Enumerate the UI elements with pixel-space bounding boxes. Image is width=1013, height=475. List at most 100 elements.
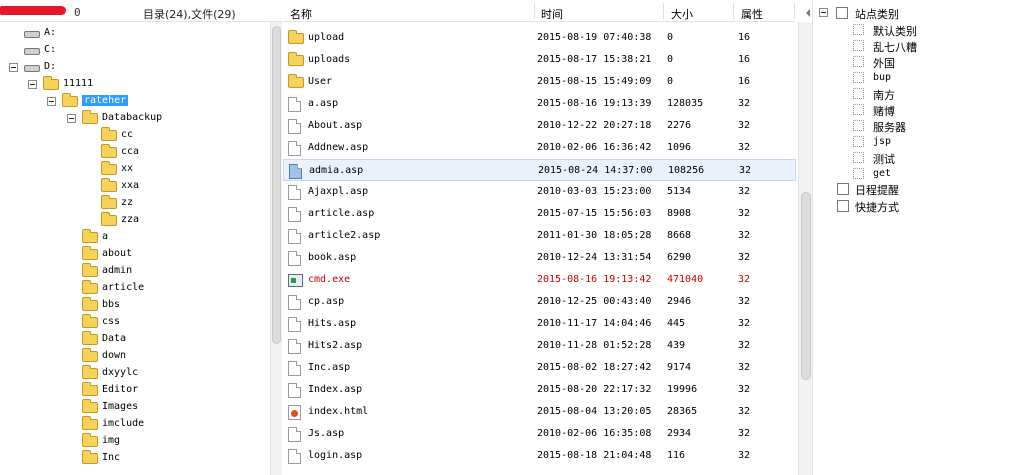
tree-folder[interactable]: Data	[0, 331, 270, 348]
file-row[interactable]: Addnew.asp 2010-02-06 16:36:42 1096 32	[283, 137, 796, 159]
column-attr[interactable]: 属性	[741, 6, 763, 22]
tree-folder[interactable]: bbs	[0, 297, 270, 314]
file-row[interactable]: cp.asp 2010-12-25 00:43:40 2946 32	[283, 291, 796, 313]
tree-drive[interactable]: A:	[0, 25, 270, 42]
file-row[interactable]: a.asp 2015-08-16 19:13:39 128035 32	[283, 93, 796, 115]
file-size: 128035	[667, 98, 704, 109]
folder-icon	[82, 110, 98, 124]
tree-folder[interactable]: img	[0, 433, 270, 450]
file-row[interactable]: cmd.exe 2015-08-16 19:13:42 471040 32	[283, 269, 796, 291]
file-row[interactable]: Hits.asp 2010-11-17 14:04:46 445 32	[283, 313, 796, 335]
file-attr: 16	[738, 54, 751, 65]
tree-drive[interactable]: D:	[0, 59, 270, 76]
tree-scrollbar-thumb[interactable]	[272, 26, 281, 344]
tree-folder[interactable]: cc	[0, 127, 270, 144]
tree-folder[interactable]: cca	[0, 144, 270, 161]
file-time: 2015-08-20 22:17:32	[537, 384, 652, 395]
tree-scrollbar[interactable]	[270, 22, 282, 475]
tree-folder[interactable]: Editor	[0, 382, 270, 399]
expand-toggle-icon[interactable]	[9, 63, 18, 72]
folder-tree[interactable]: A: C: D: 11111 rateher Databackup cc cca xx xxa zz…	[0, 22, 270, 475]
column-divider[interactable]	[663, 3, 664, 19]
header-scroll-left-icon[interactable]	[800, 0, 812, 22]
column-name[interactable]: 名称	[290, 6, 312, 22]
file-attr: 32	[738, 406, 751, 417]
folder-icon	[82, 280, 98, 294]
file-row[interactable]: Js.asp 2010-02-06 16:35:08 2934 32	[283, 423, 796, 445]
collapse-toggle-icon[interactable]	[819, 8, 828, 17]
file-row[interactable]: Hits2.asp 2010-11-28 01:52:28 439 32	[283, 335, 796, 357]
file-name: Index.asp	[308, 384, 363, 395]
folder-icon	[82, 297, 98, 311]
expand-toggle-icon[interactable]	[47, 97, 56, 106]
column-divider[interactable]	[534, 3, 535, 19]
tree-folder[interactable]: about	[0, 246, 270, 263]
file-size: 2946	[667, 296, 692, 307]
category-item-label: 测试	[873, 153, 895, 166]
tree-folder[interactable]: a	[0, 229, 270, 246]
tree-folder[interactable]: Images	[0, 399, 270, 416]
folder-icon	[82, 314, 98, 328]
file-row[interactable]: upload 2015-08-19 07:40:38 0 16	[283, 27, 796, 49]
file-row[interactable]: book.asp 2010-12-24 13:31:54 6290 32	[283, 247, 796, 269]
file-row[interactable]: Index.asp 2015-08-20 22:17:32 19996 32	[283, 379, 796, 401]
file-size: 19996	[667, 384, 698, 395]
tree-folder[interactable]: css	[0, 314, 270, 331]
file-size: 2934	[667, 428, 692, 439]
column-size[interactable]: 大小	[671, 6, 693, 22]
tree-folder[interactable]: xx	[0, 161, 270, 178]
expand-toggle-icon[interactable]	[28, 80, 37, 89]
tree-folder[interactable]: admin	[0, 263, 270, 280]
file-icon	[288, 119, 301, 134]
file-row[interactable]: uploads 2015-08-17 15:38:21 0 16	[283, 49, 796, 71]
folder-icon	[82, 433, 98, 447]
file-name: Ajaxpl.asp	[308, 186, 369, 197]
tree-drive[interactable]: C:	[0, 42, 270, 59]
tree-folder[interactable]: rateher	[0, 93, 270, 110]
file-list[interactable]: upload 2015-08-19 07:40:38 0 16 uploads 2015-…	[283, 22, 798, 475]
folder-label: Images	[102, 401, 139, 412]
file-time: 2015-08-02 18:27:42	[537, 362, 652, 373]
folder-label: Inc	[102, 452, 121, 463]
tree-folder[interactable]: article	[0, 280, 270, 297]
tree-folder[interactable]: 11111	[0, 76, 270, 93]
file-list-scrollbar[interactable]	[798, 22, 812, 475]
file-row[interactable]: admia.asp 2015-08-24 14:37:00 108256 32	[283, 159, 796, 181]
category-item-icon	[853, 72, 864, 83]
expand-toggle-icon[interactable]	[67, 114, 76, 123]
folder-label: css	[102, 316, 121, 327]
file-name: book.asp	[308, 252, 357, 263]
tree-folder[interactable]: Inc	[0, 450, 270, 467]
file-row[interactable]: User 2015-08-15 15:49:09 0 16	[283, 71, 796, 93]
folder-icon	[82, 416, 98, 430]
file-attr: 32	[738, 340, 751, 351]
tree-folder[interactable]: down	[0, 348, 270, 365]
file-row[interactable]: index.html 2015-08-04 13:20:05 28365 32	[283, 401, 796, 423]
file-row[interactable]: login.asp 2015-08-18 21:04:48 116 32	[283, 445, 796, 467]
folder-icon	[101, 161, 117, 175]
file-row[interactable]: Inc.asp 2015-08-02 18:27:42 9174 32	[283, 357, 796, 379]
html-file-icon	[288, 405, 301, 420]
column-time[interactable]: 时间	[541, 6, 563, 22]
tree-folder[interactable]: xxa	[0, 178, 270, 195]
file-time: 2015-08-19 07:40:38	[537, 32, 652, 43]
tree-folder[interactable]: zz	[0, 195, 270, 212]
column-divider[interactable]	[733, 3, 734, 19]
file-time: 2010-12-24 13:31:54	[537, 252, 652, 263]
file-list-scrollbar-thumb[interactable]	[801, 192, 811, 380]
file-name: a.asp	[308, 98, 339, 109]
tree-folder[interactable]: dxyylc	[0, 365, 270, 382]
tree-folder[interactable]: Databackup	[0, 110, 270, 127]
column-divider[interactable]	[794, 3, 795, 19]
folder-label: Data	[102, 333, 127, 344]
file-row[interactable]: About.asp 2010-12-22 20:27:18 2276 32	[283, 115, 796, 137]
file-row[interactable]: Ajaxpl.asp 2010-03-03 15:23:00 5134 32	[283, 181, 796, 203]
file-row[interactable]: article.asp 2015-07-15 15:56:03 8908 32	[283, 203, 796, 225]
tree-folder[interactable]: zza	[0, 212, 270, 229]
file-size: 1096	[667, 142, 692, 153]
file-name: login.asp	[308, 450, 363, 461]
file-row[interactable]: article2.asp 2011-01-30 18:05:28 8668 32	[283, 225, 796, 247]
file-size: 5134	[667, 186, 692, 197]
tree-folder[interactable]: imclude	[0, 416, 270, 433]
file-time: 2010-11-17 14:04:46	[537, 318, 652, 329]
